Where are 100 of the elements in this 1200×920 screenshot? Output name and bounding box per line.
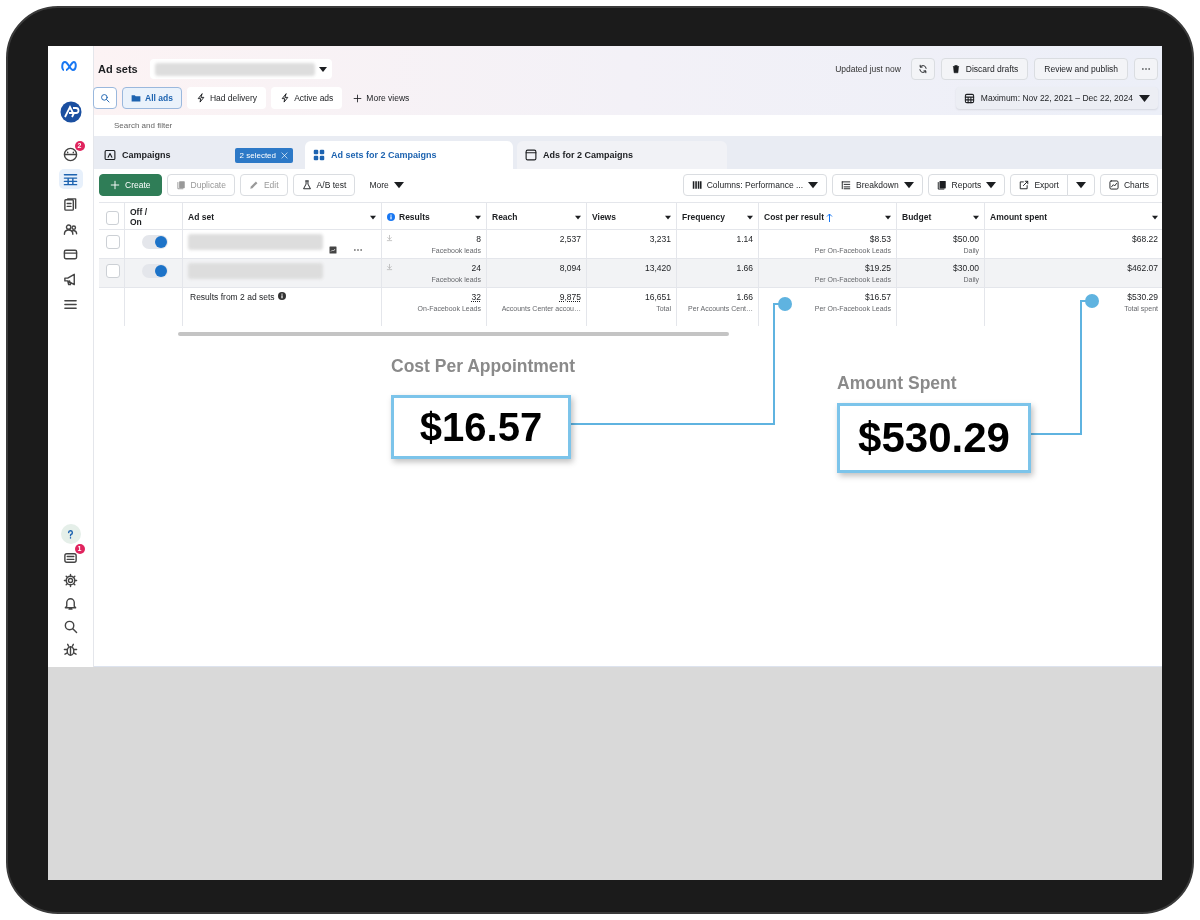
level-tab[interactable]: Campaigns 2 selected: [96, 141, 301, 169]
search-field[interactable]: Search and filter: [94, 115, 1162, 136]
view-tab[interactable]: All ads: [122, 87, 182, 109]
sidebar-item[interactable]: [58, 169, 83, 189]
toggle-switch[interactable]: [142, 235, 168, 249]
sort-arrow-icon: [826, 212, 833, 222]
callout-title: Amount Spent: [837, 373, 957, 394]
plus-icon: [110, 180, 120, 190]
column-header[interactable]: Ad set: [183, 203, 382, 232]
toggle-switch[interactable]: [142, 264, 168, 278]
callout-title: Cost Per Appointment: [391, 356, 576, 377]
view-tab[interactable]: Active ads: [271, 87, 343, 109]
bug-icon: [63, 641, 78, 657]
column-header[interactable]: Results: [382, 203, 487, 232]
search-icon: [63, 618, 78, 634]
face-icon: [63, 146, 78, 162]
flask-icon: [301, 180, 312, 190]
people-icon: [63, 221, 78, 237]
table-cell: 8: [476, 234, 481, 244]
column-header[interactable]: Cost per result: [759, 203, 897, 232]
table-cell: $16.57: [865, 292, 891, 302]
table-cell: 32: [471, 292, 481, 302]
caret-icon: [885, 214, 891, 220]
table-cell: $19.25: [865, 263, 891, 273]
toolbar-button[interactable]: Export: [1010, 174, 1068, 196]
discard-button[interactable]: Discard drafts: [940, 58, 1029, 80]
caret-icon: [747, 214, 753, 220]
pencil-icon: [248, 180, 259, 190]
table-cell: 8,094: [559, 263, 581, 273]
callout-value: $530.29: [837, 403, 1031, 473]
toolbar-button[interactable]: Reports: [927, 174, 1006, 196]
column-header[interactable]: Amount spent: [985, 203, 1162, 232]
table-cell: 3,231: [649, 234, 671, 244]
table-cell: 9,875: [559, 292, 581, 302]
lightning-icon: [280, 93, 291, 103]
search-button[interactable]: [93, 87, 117, 109]
scrollbar[interactable]: [178, 332, 729, 336]
more-icon[interactable]: [353, 248, 363, 252]
tab-label: Ad sets for 2 Campaigns: [331, 150, 437, 160]
chart-icon[interactable]: [329, 246, 337, 254]
refresh-icon: [917, 64, 928, 74]
column-header[interactable]: Views: [587, 203, 677, 232]
row-checkbox[interactable]: [106, 264, 120, 278]
calendar-icon: [963, 92, 975, 104]
column-header[interactable]: Reach: [487, 203, 587, 232]
column-header[interactable]: Budget: [897, 203, 985, 232]
table-cell: 16,651: [645, 292, 671, 302]
level-tab[interactable]: Ads for 2 Campaigns: [517, 141, 727, 169]
toolbar-button[interactable]: Breakdown: [832, 174, 923, 196]
caret-icon: [370, 214, 376, 220]
columns-icon: [691, 180, 702, 190]
reports-icon: [936, 180, 947, 190]
caret-icon: [1075, 180, 1086, 190]
view-tab[interactable]: Had delivery: [186, 87, 267, 109]
grid-icon: [313, 149, 325, 161]
caret-icon: [903, 180, 914, 190]
header-checkbox[interactable]: [106, 210, 119, 225]
column-header[interactable]: Frequency: [677, 203, 759, 232]
caret-icon: [1139, 92, 1150, 104]
more-views-button[interactable]: More views: [347, 93, 416, 103]
page-title: Ad sets: [98, 63, 138, 75]
column-header[interactable]: Off / On: [125, 203, 183, 232]
toolbar-button[interactable]: Columns: Performance ...: [682, 174, 828, 196]
caret-icon: [973, 214, 979, 220]
caret-icon: [575, 214, 581, 220]
megaphone-icon: [63, 271, 78, 287]
toolbar-button[interactable]: Create: [99, 174, 162, 196]
folder-icon: [131, 93, 141, 103]
search-icon: [100, 93, 110, 103]
toolbar-button[interactable]: A/B test: [292, 174, 356, 196]
table-cell: 1.14: [736, 234, 753, 244]
totals-label: Results from 2 ad sets: [190, 292, 275, 302]
table-cell: 1.66: [736, 263, 753, 273]
callout-value: $16.57: [391, 395, 571, 459]
publish-button[interactable]: Review and publish: [1034, 58, 1128, 80]
caret-icon: [1152, 214, 1158, 220]
export-icon: [1019, 180, 1030, 190]
table-cell: $8.53: [869, 234, 891, 244]
account-avatar[interactable]: [58, 99, 83, 125]
table-cell: $462.07: [1127, 263, 1158, 273]
table-cell: $50.00: [953, 234, 979, 244]
close-icon: [281, 151, 288, 159]
toolbar-button[interactable]: Charts: [1099, 174, 1158, 196]
date-range-picker[interactable]: Maximum: Nov 22, 2021 – Dec 22, 2024: [955, 87, 1158, 109]
level-tab[interactable]: Ad sets for 2 Campaigns: [305, 141, 513, 169]
tab-label: Ads for 2 Campaigns: [543, 150, 634, 160]
export-menu-button[interactable]: [1066, 174, 1095, 196]
lightning-icon: [195, 93, 206, 103]
update-status: Updated just now: [835, 64, 901, 74]
info-icon: [387, 213, 395, 222]
table-icon: [63, 171, 78, 187]
settings-icon: [63, 572, 78, 588]
download-icon: [386, 263, 393, 271]
breakdown-icon: [841, 180, 852, 190]
sidebar-item[interactable]: [60, 524, 81, 544]
row-checkbox[interactable]: [106, 235, 120, 249]
selection-chip[interactable]: 2 selected: [234, 147, 293, 163]
refresh-button[interactable]: [910, 58, 935, 80]
trash-icon: [950, 64, 961, 74]
caret-icon: [665, 214, 671, 220]
